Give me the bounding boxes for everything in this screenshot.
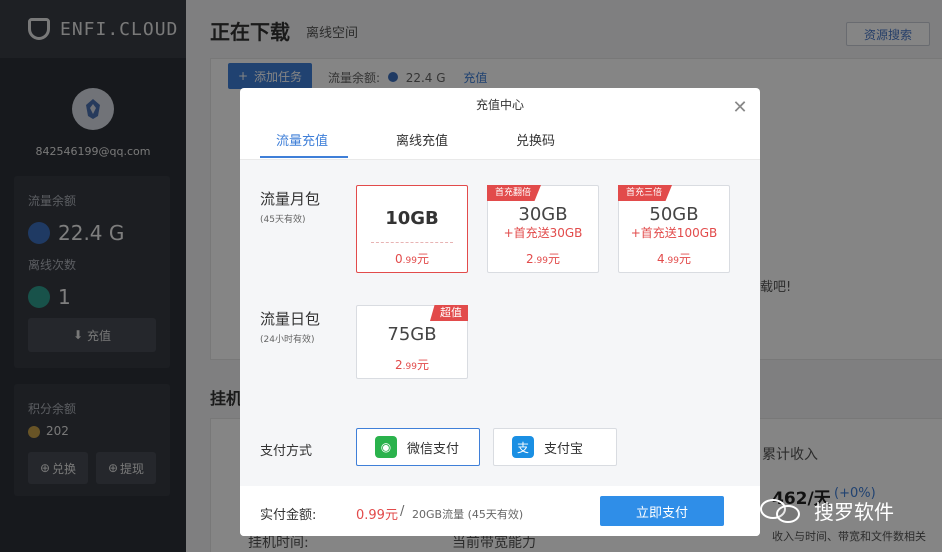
first-double-badge: 首充翻倍 bbox=[487, 185, 542, 201]
price-unit: 元 bbox=[547, 252, 560, 266]
modal-body: 流量月包 (45天有效) 10GB 0.99元 首充翻倍 30GB +首充送30… bbox=[240, 160, 760, 486]
price-unit: 元 bbox=[678, 252, 691, 266]
daily-note: (24小时有效) bbox=[260, 335, 315, 345]
recharge-modal: 充值中心 ✕ 流量充值 离线充值 兑换码 流量月包 (45天有效) 10GB 0… bbox=[240, 88, 760, 536]
price-decimal: .99 bbox=[402, 256, 417, 266]
tab-offline-recharge[interactable]: 离线充值 bbox=[396, 130, 448, 149]
wechat-pay-label: 微信支付 bbox=[407, 441, 460, 457]
package-50gb[interactable]: 首充三倍 50GB +首充送100GB 4.99元 bbox=[618, 185, 730, 273]
package-price: 2.99元 bbox=[357, 356, 467, 373]
package-size: 50GB bbox=[649, 204, 699, 225]
alipay-label: 支付宝 bbox=[544, 441, 584, 457]
amount-value: 0.99元 bbox=[356, 508, 398, 523]
price-main: 4 bbox=[657, 252, 665, 266]
amount-label: 实付金额: bbox=[260, 508, 317, 523]
tab-redeem-code[interactable]: 兑换码 bbox=[516, 130, 555, 149]
modal-footer: 实付金额: 0.99元 / 20GB流量 (45天有效) 立即支付 bbox=[240, 486, 760, 536]
watermark-text: 搜罗软件 bbox=[814, 499, 894, 524]
price-main: 2 bbox=[395, 358, 403, 372]
package-price: 4.99元 bbox=[619, 250, 729, 267]
price-unit: 元 bbox=[416, 252, 429, 266]
package-price: 0.99元 bbox=[357, 250, 467, 267]
first-triple-badge: 首充三倍 bbox=[618, 185, 673, 201]
alipay-icon: 支 bbox=[512, 436, 534, 458]
price-decimal: .99 bbox=[402, 362, 417, 372]
price-main: 0 bbox=[395, 252, 403, 266]
pay-now-button[interactable]: 立即支付 bbox=[600, 496, 724, 526]
package-75gb[interactable]: 超值 75GB 2.99元 bbox=[356, 305, 468, 379]
alipay-button[interactable]: 支 支付宝 bbox=[493, 428, 617, 466]
watermark: 搜罗软件 bbox=[760, 492, 894, 528]
wechat-pay-button[interactable]: ◉ 微信支付 bbox=[356, 428, 480, 466]
wechat-icon: ◉ bbox=[375, 436, 397, 458]
modal-title: 充值中心 bbox=[475, 98, 524, 112]
monthly-note: (45天有效) bbox=[260, 215, 306, 225]
package-10gb[interactable]: 10GB 0.99元 bbox=[356, 185, 468, 273]
price-decimal: .99 bbox=[533, 256, 548, 266]
package-size: 10GB bbox=[385, 208, 439, 229]
package-bonus: +首充送30GB bbox=[503, 226, 583, 240]
package-divider bbox=[371, 242, 453, 243]
modal-tabs: 流量充值 离线充值 兑换码 bbox=[240, 122, 760, 160]
amount-separator: / bbox=[400, 504, 405, 519]
package-size: 75GB bbox=[387, 324, 437, 345]
payment-method-label: 支付方式 bbox=[260, 444, 313, 459]
amount-description: 20GB流量 (45天有效) bbox=[412, 508, 524, 521]
close-icon[interactable]: ✕ bbox=[732, 99, 748, 117]
package-price: 2.99元 bbox=[488, 250, 598, 267]
price-main: 2 bbox=[526, 252, 534, 266]
package-size: 30GB bbox=[518, 204, 568, 225]
monthly-title: 流量月包 bbox=[260, 190, 321, 208]
daily-title: 流量日包 bbox=[260, 310, 321, 328]
wechat-logo-icon bbox=[760, 495, 804, 525]
package-bonus: +首充送100GB bbox=[630, 226, 718, 240]
value-badge: 超值 bbox=[430, 305, 468, 321]
price-unit: 元 bbox=[416, 358, 429, 372]
package-30gb[interactable]: 首充翻倍 30GB +首充送30GB 2.99元 bbox=[487, 185, 599, 273]
tab-traffic-recharge[interactable]: 流量充值 bbox=[276, 130, 328, 149]
price-decimal: .99 bbox=[664, 256, 679, 266]
active-tab-indicator bbox=[260, 156, 348, 158]
